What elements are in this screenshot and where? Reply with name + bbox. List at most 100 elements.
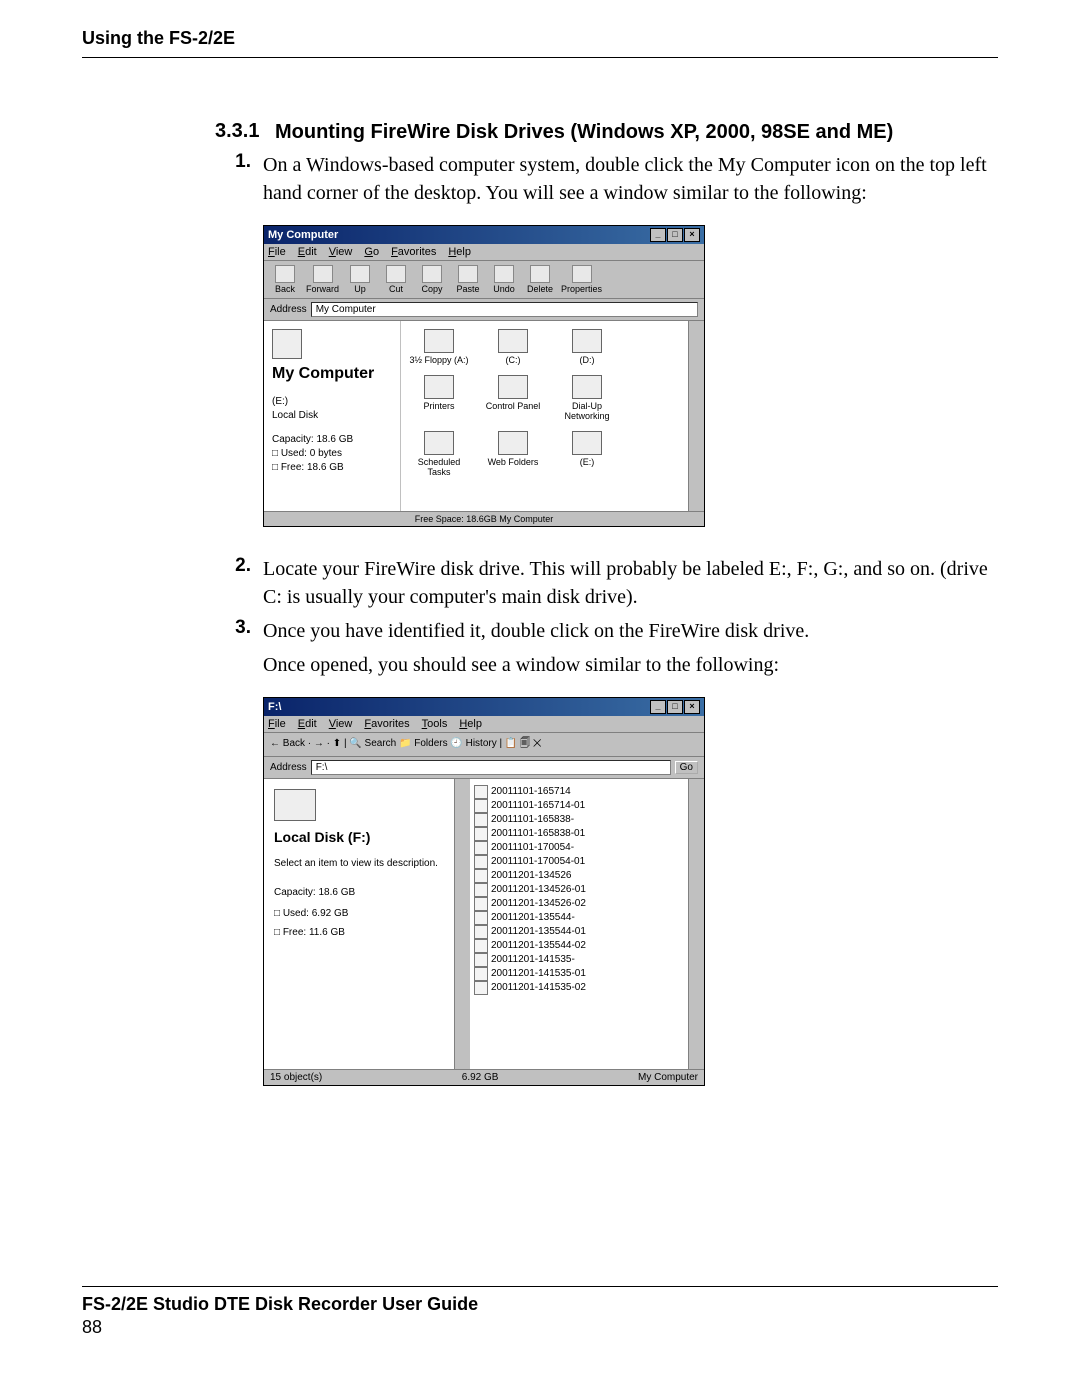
scrollbar[interactable] (688, 779, 704, 1069)
info-panel: Local Disk (F:) Select an item to view i… (264, 779, 454, 1069)
menu-view[interactable]: View (329, 718, 353, 730)
list-item[interactable]: 20011101-165714-01 (474, 799, 684, 813)
list-item[interactable]: 20011101-165838-01 (474, 827, 684, 841)
minimize-icon[interactable]: _ (650, 228, 666, 242)
step-text: Locate your FireWire disk drive. This wi… (263, 555, 998, 611)
file-icon (474, 785, 488, 799)
web-folders[interactable]: Web Folders (483, 431, 543, 477)
disk-icon (572, 329, 602, 353)
list-item[interactable]: 20011201-141535- (474, 953, 684, 967)
address-label: Address (270, 762, 307, 773)
properties-button[interactable]: Properties (561, 265, 602, 294)
close-icon[interactable]: × (684, 700, 700, 714)
drive-e[interactable]: (E:) (557, 431, 617, 477)
file-list: 20011101-165714 20011101-165714-01 20011… (470, 779, 688, 1069)
list-item[interactable]: 20011201-141535-02 (474, 981, 684, 995)
page-number: 88 (82, 1316, 998, 1339)
menu-go[interactable]: Go (364, 246, 379, 258)
drive-c[interactable]: (C:) (483, 329, 543, 365)
printers-folder[interactable]: Printers (409, 375, 469, 421)
menu-edit[interactable]: Edit (298, 718, 317, 730)
list-item[interactable]: 20011201-134526-02 (474, 897, 684, 911)
up-icon (350, 265, 370, 283)
footer-title: FS-2/2E Studio DTE Disk Recorder User Gu… (82, 1293, 998, 1316)
drive-floppy[interactable]: 3½ Floppy (A:) (409, 329, 469, 365)
list-item[interactable]: 20011201-134526 (474, 869, 684, 883)
up-button[interactable]: Up (345, 265, 375, 294)
step-3: 3. Once you have identified it, double c… (215, 617, 998, 679)
copy-button[interactable]: Copy (417, 265, 447, 294)
info-panel: My Computer (E:) Local Disk Capacity: 18… (264, 321, 401, 511)
control-panel[interactable]: Control Panel (483, 375, 543, 421)
minimize-icon[interactable]: _ (650, 700, 666, 714)
window-titlebar: F:\ _ □ × (264, 698, 704, 716)
menu-file[interactable]: File (268, 718, 286, 730)
list-item[interactable]: 20011101-165838- (474, 813, 684, 827)
list-item[interactable]: 20011201-141535-01 (474, 967, 684, 981)
drive-d[interactable]: (D:) (557, 329, 617, 365)
menu-edit[interactable]: Edit (298, 246, 317, 258)
panel-title: My Computer (272, 363, 392, 385)
list-item[interactable]: 20011201-134526-01 (474, 883, 684, 897)
paste-button[interactable]: Paste (453, 265, 483, 294)
disk-icon (572, 431, 602, 455)
forward-icon (313, 265, 333, 283)
menu-favorites[interactable]: Favorites (391, 246, 436, 258)
floppy-icon (424, 329, 454, 353)
menu-file[interactable]: File (268, 246, 286, 258)
menu-bar: File Edit View Go Favorites Help (264, 244, 704, 261)
used-label: □ Used: 0 bytes (272, 447, 392, 461)
printers-icon (424, 375, 454, 399)
free-label: □ Free: 11.6 GB (274, 925, 444, 940)
section-number: 3.3.1 (215, 120, 275, 143)
free-label: □ Free: 18.6 GB (272, 461, 392, 475)
footer-rule (82, 1286, 998, 1287)
scrollbar[interactable] (688, 321, 704, 511)
capacity-label: Capacity: 18.6 GB (272, 433, 392, 447)
used-label: □ Used: 6.92 GB (274, 906, 444, 921)
web-folders-icon (498, 431, 528, 455)
list-item[interactable]: 20011101-170054- (474, 841, 684, 855)
back-button[interactable]: Back (270, 265, 300, 294)
step-number: 2. (215, 555, 263, 577)
computer-icon (272, 329, 302, 359)
menu-favorites[interactable]: Favorites (364, 718, 409, 730)
go-button[interactable]: Go (675, 761, 698, 774)
scrollbar[interactable] (454, 779, 470, 1069)
file-icon (474, 967, 488, 981)
status-objects: 15 object(s) (270, 1072, 322, 1083)
menu-tools[interactable]: Tools (422, 718, 448, 730)
undo-button[interactable]: Undo (489, 265, 519, 294)
nav-toolbar: ← Back · → · ⬆ | 🔍 Search 📁 Folders 🕘 Hi… (264, 733, 704, 757)
list-item[interactable]: 20011101-170054-01 (474, 855, 684, 869)
address-input[interactable]: F:\ (311, 760, 671, 775)
list-item[interactable]: 20011201-135544-01 (474, 925, 684, 939)
scheduled-tasks[interactable]: Scheduled Tasks (409, 431, 469, 477)
address-input[interactable]: My Computer (311, 302, 698, 317)
nav-toolbar-content[interactable]: ← Back · → · ⬆ | 🔍 Search 📁 Folders 🕘 Hi… (270, 736, 542, 753)
menu-view[interactable]: View (329, 246, 353, 258)
delete-button[interactable]: Delete (525, 265, 555, 294)
file-icon (474, 981, 488, 995)
dialup-networking[interactable]: Dial-Up Networking (557, 375, 617, 421)
panel-hint: Select an item to view its description. (274, 856, 444, 871)
window-title: My Computer (268, 229, 338, 241)
forward-button[interactable]: Forward (306, 265, 339, 294)
list-item[interactable]: 20011201-135544- (474, 911, 684, 925)
panel-title: Local Disk (F:) (274, 827, 444, 848)
step-2: 2. Locate your FireWire disk drive. This… (215, 555, 998, 611)
list-item[interactable]: 20011201-135544-02 (474, 939, 684, 953)
list-item[interactable]: 20011101-165714 (474, 785, 684, 799)
file-icon (474, 883, 488, 897)
file-icon (474, 869, 488, 883)
maximize-icon[interactable]: □ (667, 700, 683, 714)
menu-help[interactable]: Help (459, 718, 482, 730)
status-bar: 15 object(s) 6.92 GB My Computer (264, 1069, 704, 1085)
maximize-icon[interactable]: □ (667, 228, 683, 242)
file-icon (474, 799, 488, 813)
cut-button[interactable]: Cut (381, 265, 411, 294)
close-icon[interactable]: × (684, 228, 700, 242)
menu-help[interactable]: Help (448, 246, 471, 258)
address-label: Address (270, 304, 307, 315)
selected-item: (E:) Local Disk (272, 395, 392, 423)
